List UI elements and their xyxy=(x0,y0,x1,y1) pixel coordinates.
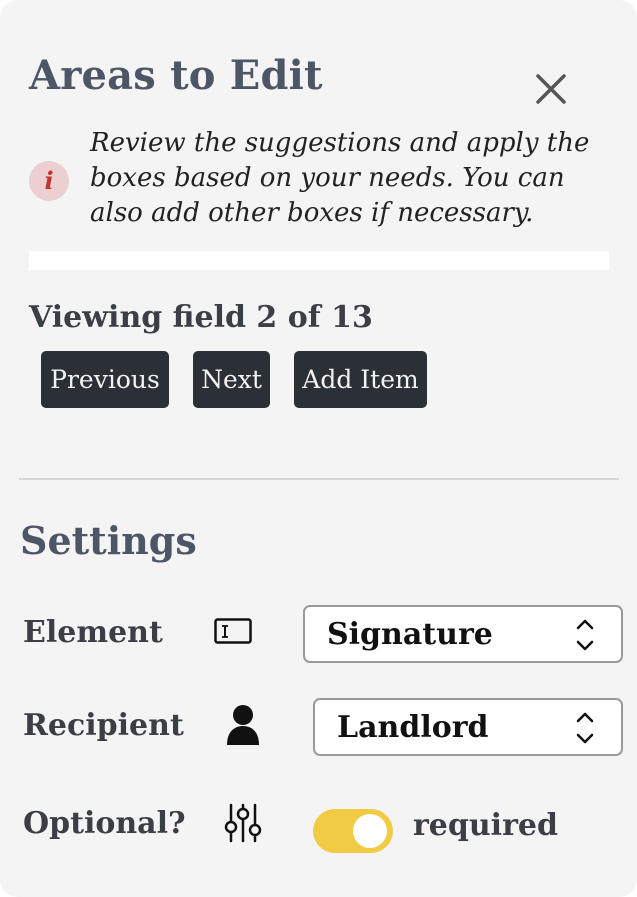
recipient-select[interactable]: Landlord xyxy=(313,698,623,756)
divider xyxy=(19,478,619,480)
settings-heading: Settings xyxy=(20,518,197,563)
recipient-select-value: Landlord xyxy=(337,710,489,745)
close-icon[interactable] xyxy=(532,70,570,108)
next-button[interactable]: Next xyxy=(193,351,270,408)
previous-button[interactable]: Previous xyxy=(41,351,169,408)
panel-title: Areas to Edit xyxy=(29,52,323,99)
sliders-icon xyxy=(224,803,262,847)
progress-bar xyxy=(29,251,609,270)
toggle-label: required xyxy=(413,808,558,843)
element-select[interactable]: Signature xyxy=(303,605,623,663)
text-field-icon xyxy=(214,618,252,650)
add-item-button[interactable]: Add Item xyxy=(294,351,427,408)
element-select-value: Signature xyxy=(327,617,493,652)
toggle-knob xyxy=(353,814,387,848)
areas-to-edit-panel: Areas to Edit i Review the suggestions a… xyxy=(0,0,637,897)
person-icon xyxy=(225,703,261,749)
info-message: Review the suggestions and apply the box… xyxy=(90,128,590,228)
optional-label: Optional? xyxy=(23,806,186,841)
viewing-field-status: Viewing field 2 of 13 xyxy=(29,300,373,335)
element-label: Element xyxy=(23,615,163,650)
info-icon: i xyxy=(29,161,69,201)
recipient-label: Recipient xyxy=(23,708,184,743)
required-toggle[interactable] xyxy=(313,809,393,853)
chevron-updown-icon xyxy=(575,617,595,657)
chevron-updown-icon xyxy=(575,710,595,750)
